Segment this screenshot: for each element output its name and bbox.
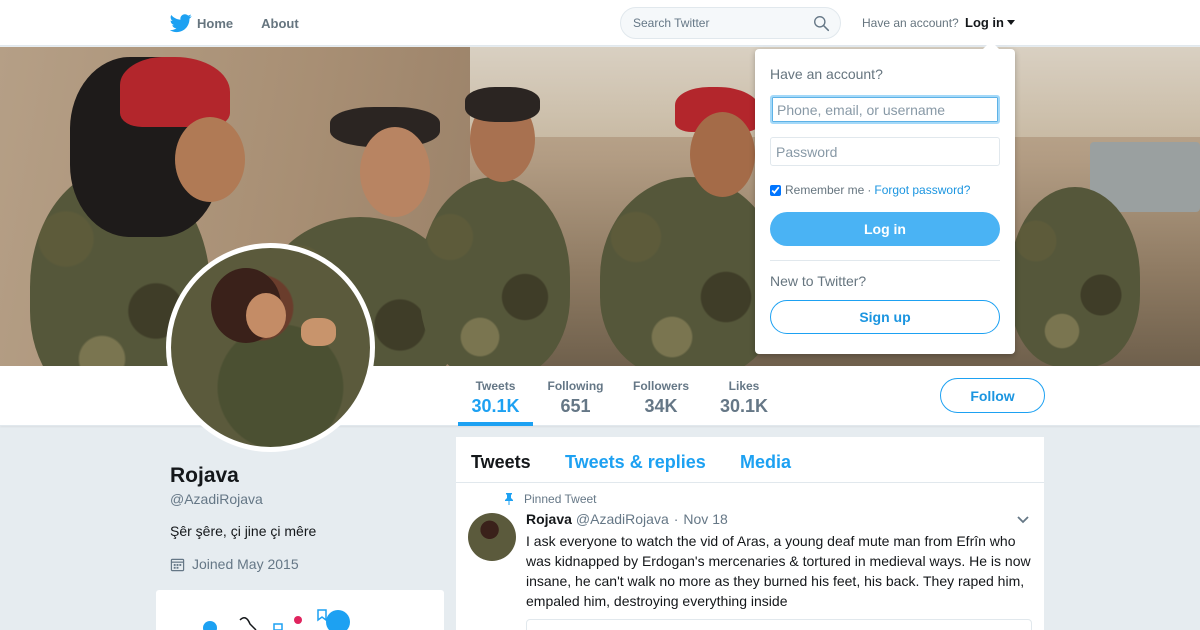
login-button[interactable]: Log in xyxy=(770,212,1000,246)
top-navigation-bar: Home About Have an account? Log in xyxy=(0,0,1200,46)
stat-value: 30.1K xyxy=(471,396,520,416)
tweet-author-handle[interactable]: @AzadiRojava xyxy=(576,511,669,527)
twitter-bird-icon xyxy=(170,14,192,33)
pin-icon xyxy=(505,493,513,505)
chevron-down-icon[interactable] xyxy=(1016,515,1030,525)
stat-label: Likes xyxy=(728,379,760,393)
decorative-illustration-icon xyxy=(203,609,350,630)
divider xyxy=(770,260,1000,261)
follow-button[interactable]: Follow xyxy=(940,378,1045,413)
profile-handle[interactable]: @AzadiRojava xyxy=(170,491,263,507)
tweet-media-card[interactable] xyxy=(526,619,1032,630)
dropdown-heading: Have an account? xyxy=(770,66,883,82)
tweet-avatar[interactable] xyxy=(468,513,516,561)
profile-bio: Şêr şêre, çi jine çi mêre xyxy=(170,523,317,539)
remember-me-label: Remember me xyxy=(785,183,865,197)
tab-media[interactable]: Media xyxy=(740,452,791,473)
stat-value: 34K xyxy=(644,396,678,416)
search-box xyxy=(620,7,841,39)
search-input[interactable] xyxy=(621,8,801,38)
tweet-header: Rojava @AzadiRojava · Nov 18 xyxy=(526,511,728,527)
remember-me-checkbox[interactable] xyxy=(770,184,781,196)
search-icon[interactable] xyxy=(813,15,830,32)
new-to-twitter-text: New to Twitter? xyxy=(770,273,867,289)
pinned-text: Pinned Tweet xyxy=(524,492,597,506)
tab-tweets-and-replies[interactable]: Tweets & replies xyxy=(565,452,706,473)
stat-likes[interactable]: Likes 30.1K xyxy=(714,366,774,426)
nav-about-label: About xyxy=(261,15,299,31)
profile-joined: Joined May 2015 xyxy=(170,556,299,572)
stat-following[interactable]: Following 651 xyxy=(544,366,607,426)
stat-label: Following xyxy=(547,379,604,393)
stat-label: Tweets xyxy=(475,379,516,393)
calendar-icon xyxy=(170,558,185,571)
separator-dot: · xyxy=(867,183,872,197)
tweet-text: I ask everyone to watch the vid of Aras,… xyxy=(526,533,1031,609)
password-field[interactable] xyxy=(770,137,1000,166)
stat-label: Followers xyxy=(632,379,689,393)
stat-value: 30.1K xyxy=(719,396,769,416)
login-link-label: Log in xyxy=(965,15,1004,30)
side-card xyxy=(156,590,444,630)
signup-button[interactable]: Sign up xyxy=(770,300,1000,334)
remember-row: Remember me · Forgot password? xyxy=(770,183,970,197)
tweet-author-name[interactable]: Rojava xyxy=(526,511,572,527)
timeline: Tweets Tweets & replies Media Pinned Twe… xyxy=(456,437,1044,630)
username-field[interactable] xyxy=(770,95,1000,124)
profile-avatar[interactable] xyxy=(166,243,375,452)
login-dropdown: Have an account? Remember me · Forgot pa… xyxy=(755,41,1015,354)
tweet-timestamp[interactable]: Nov 18 xyxy=(683,511,727,527)
stat-tweets[interactable]: Tweets 30.1K xyxy=(458,366,533,426)
nav-home[interactable]: Home xyxy=(170,12,233,34)
nav-left: Home About xyxy=(170,0,327,46)
forgot-password-link[interactable]: Forgot password? xyxy=(874,183,970,197)
profile-name[interactable]: Rojava xyxy=(170,464,239,488)
stat-followers[interactable]: Followers 34K xyxy=(629,366,693,426)
stat-value: 651 xyxy=(560,396,591,416)
nav-home-label: Home xyxy=(197,15,234,31)
login-dropdown-toggle[interactable]: Log in xyxy=(965,15,1015,30)
timeline-tabs: Tweets Tweets & replies Media xyxy=(456,437,1044,483)
have-account-text: Have an account? xyxy=(862,16,959,30)
caret-down-icon xyxy=(1007,20,1015,25)
pinned-tweet-label: Pinned Tweet xyxy=(504,492,597,506)
joined-date-text: Joined May 2015 xyxy=(192,556,299,572)
tab-tweets[interactable]: Tweets xyxy=(471,452,531,473)
tweet-separator: · xyxy=(673,511,679,527)
nav-about[interactable]: About xyxy=(261,16,299,31)
